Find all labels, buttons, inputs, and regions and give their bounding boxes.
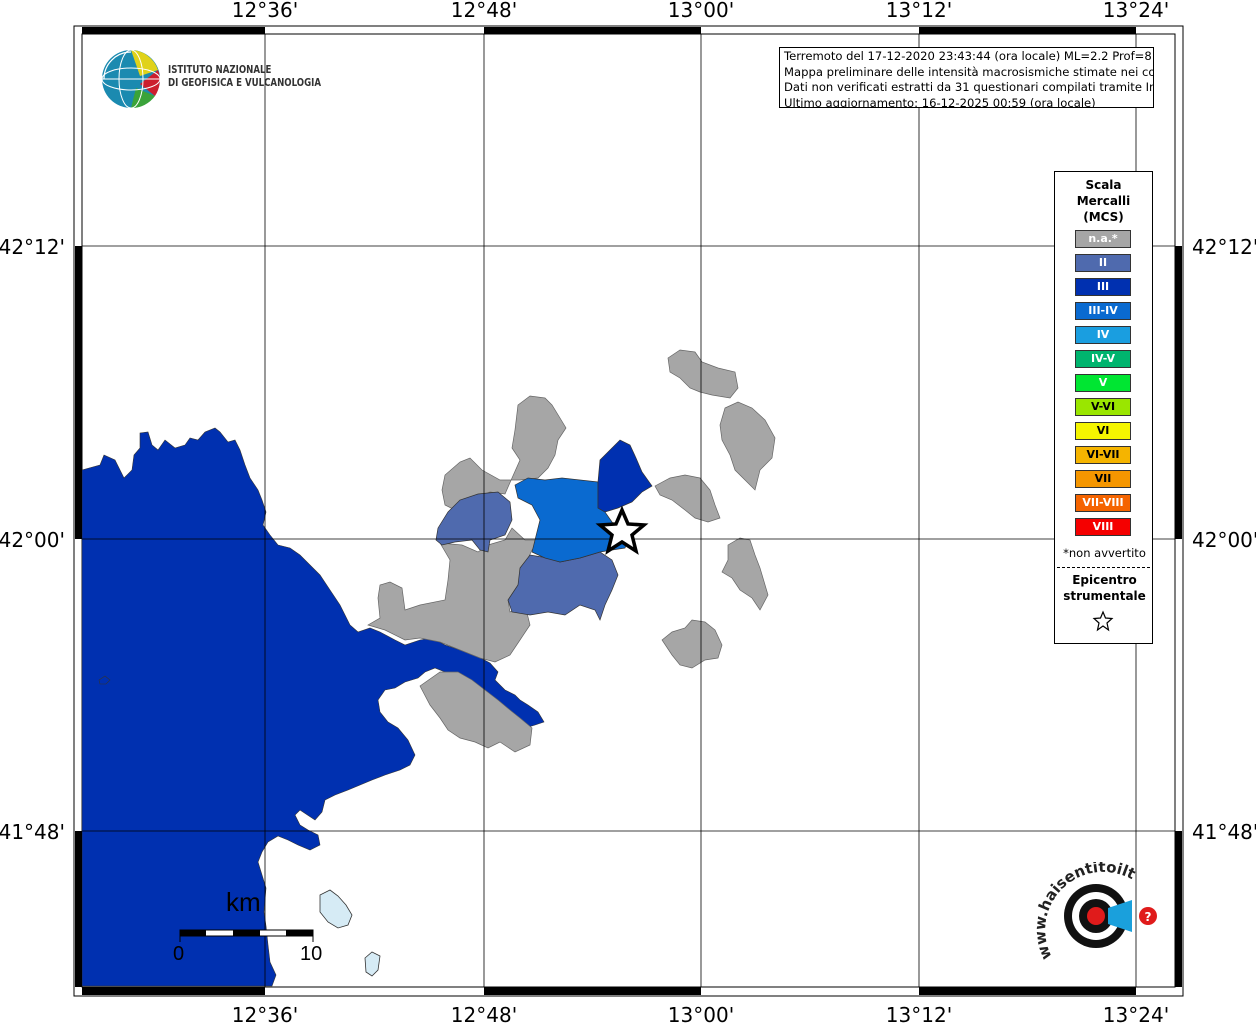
legend-item: V — [1075, 374, 1131, 392]
legend-title: Scala Mercalli (MCS) — [1055, 177, 1152, 225]
legend-item: V-VI — [1075, 398, 1131, 416]
legend-item: III — [1075, 278, 1131, 296]
legend-item: n.a.* — [1075, 230, 1131, 248]
scale-max: 10 — [300, 943, 323, 965]
lon-tick-top: 13°24' — [1103, 0, 1169, 22]
legend-star-icon — [1092, 610, 1114, 632]
info-line1: Terremoto del 17-12-2020 23:43:44 (ora l… — [784, 49, 1154, 63]
lat-tick-left: 42°00' — [0, 528, 65, 552]
legend-note: *non avvertito — [1063, 546, 1146, 560]
legend-epicenter-label: Epicentro strumentale — [1055, 572, 1154, 604]
legend-epicenter-text: Epicentro strumentale — [1063, 573, 1146, 603]
lat-tick-left: 42°12' — [0, 235, 65, 259]
scale-min: 0 — [173, 943, 185, 965]
lat-tick-right: 41°48' — [1192, 820, 1256, 844]
question-icon: ? — [1145, 910, 1152, 924]
lon-tick-top: 13°00' — [668, 0, 734, 22]
scale-unit: km — [226, 887, 261, 917]
lat-tick-left: 41°48' — [0, 820, 65, 844]
lon-tick-bottom: 13°12' — [886, 1003, 952, 1024]
legend-item: II — [1075, 254, 1131, 272]
info-line2: Mappa preliminare delle intensità macros… — [784, 64, 1154, 79]
legend-item: VI — [1075, 422, 1131, 440]
event-info-box: Terremoto del 17-12-2020 23:43:44 (ora l… — [779, 47, 1154, 108]
ingv-line1: ISTITUTO NAZIONALE — [168, 64, 272, 76]
legend-item: VI-VII — [1075, 446, 1131, 464]
lon-tick-bottom: 12°48' — [451, 1003, 517, 1024]
lat-tick-right: 42°12' — [1192, 235, 1256, 259]
lon-tick-bottom: 13°00' — [668, 1003, 734, 1024]
lon-tick-bottom: 13°24' — [1103, 1003, 1169, 1024]
legend-title-text: Scala Mercalli (MCS) — [1076, 178, 1131, 224]
info-line4: Ultimo aggiornamento: 16-12-2025 00:59 (… — [784, 95, 1096, 108]
info-line3: Dati non verificati estratti da 31 quest… — [784, 80, 1153, 94]
legend-item: IV-V — [1075, 350, 1131, 368]
legend-item: VIII — [1075, 518, 1131, 536]
lon-tick-top: 13°12' — [886, 0, 952, 22]
mcs-legend: Scala Mercalli (MCS) n.a.* II III III-IV IV I… — [1054, 171, 1153, 644]
lon-tick-bottom: 12°36' — [232, 1003, 298, 1024]
haisentito-logo: www.haisentitoilterremoto.it ? — [1032, 862, 1157, 962]
legend-item: III-IV — [1075, 302, 1131, 320]
lat-tick-right: 42°00' — [1192, 528, 1256, 552]
legend-item: IV — [1075, 326, 1131, 344]
ingv-line2: DI GEOFISICA E VULCANOLOGIA — [168, 77, 322, 89]
lon-tick-top: 12°48' — [451, 0, 517, 22]
legend-item: VII-VIII — [1075, 494, 1131, 512]
intensity-II-polygon-b — [507, 551, 619, 621]
lon-tick-top: 12°36' — [232, 0, 298, 22]
legend-item: VII — [1075, 470, 1131, 488]
legend-separator — [1057, 567, 1150, 568]
ingv-logo-text: ISTITUTO NAZIONALE DI GEOFISICA E VULCAN… — [168, 64, 321, 90]
